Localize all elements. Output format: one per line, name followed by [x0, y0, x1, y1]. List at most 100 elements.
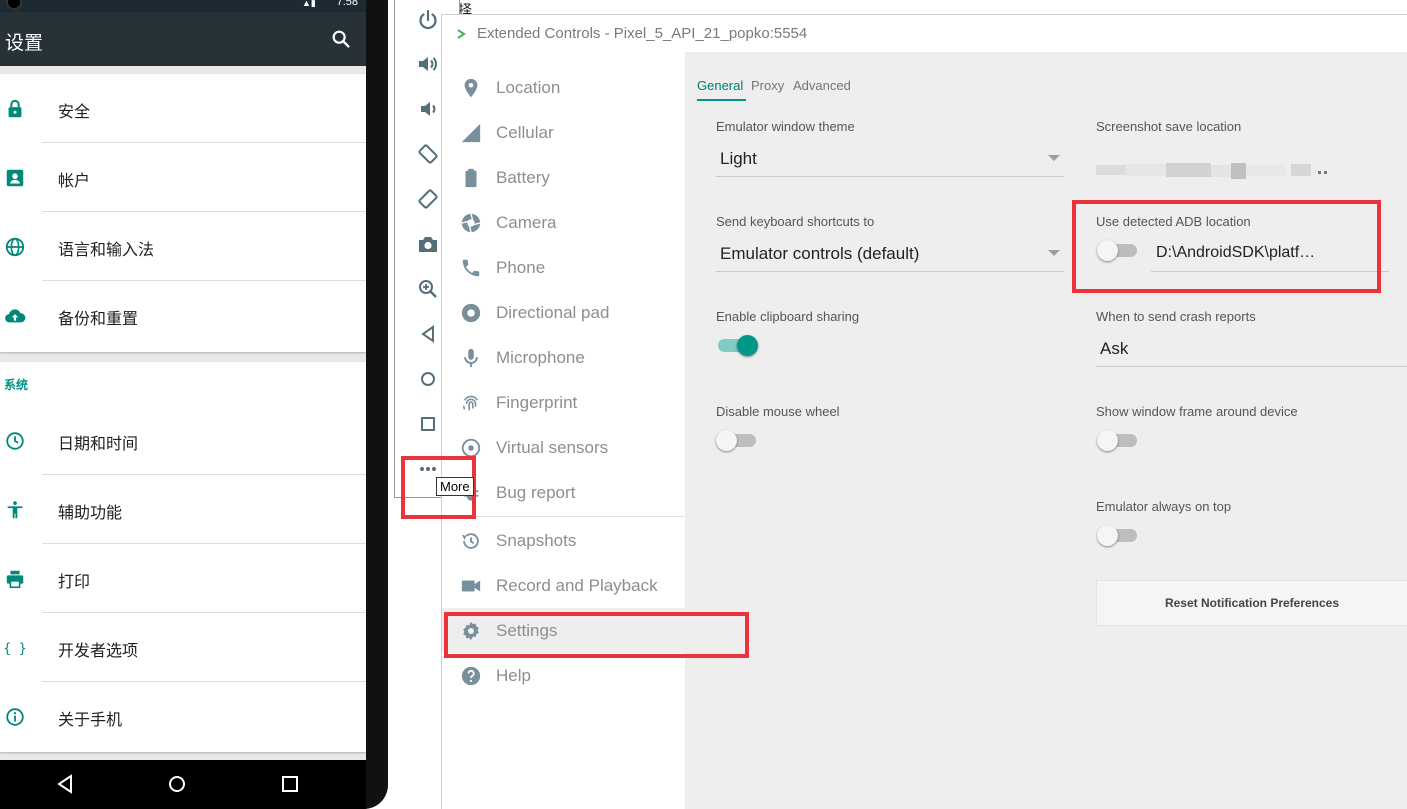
settings-item-about[interactable]: 关于手机	[0, 682, 366, 751]
nav-item-label: Camera	[496, 213, 557, 232]
settings-item-label: 开发者选项	[58, 643, 139, 660]
back-icon[interactable]	[416, 322, 440, 346]
highlight-box-adb	[1072, 200, 1381, 293]
settings-item-accessibility[interactable]: 辅助功能	[0, 475, 366, 544]
info-icon	[6, 708, 24, 726]
rotate-right-icon[interactable]	[416, 187, 440, 211]
toggle-thumb	[716, 430, 737, 451]
nav-item-fingerprint[interactable]: Fingerprint	[442, 380, 685, 425]
settings-item-label: 安全	[58, 104, 91, 121]
settings-item-language[interactable]: 语言和输入法	[0, 212, 366, 281]
settings-item-security[interactable]: 安全	[0, 74, 366, 143]
fingerprint-icon	[462, 395, 479, 411]
settings-item-backup[interactable]: 备份和重置	[0, 281, 366, 350]
always-on-top-label: Emulator always on top	[1096, 499, 1232, 514]
crash-reports-dropdown[interactable]: Ask	[1100, 339, 1128, 359]
settings-item-label: 日期和时间	[58, 436, 139, 453]
settings-item-label: 打印	[58, 574, 91, 591]
reset-notification-preferences-button[interactable]: Reset Notification Preferences	[1096, 580, 1407, 626]
search-icon[interactable]	[330, 28, 352, 50]
nav-item-label: Bug report	[496, 483, 576, 502]
window-frame-toggle[interactable]	[1097, 429, 1139, 451]
app-bar: 设置	[0, 12, 366, 66]
nav-item-bug-report[interactable]: Bug report	[442, 470, 685, 515]
page-title: 设置	[5, 33, 44, 54]
nav-item-microphone[interactable]: Microphone	[442, 335, 685, 380]
tab-advanced[interactable]: Advanced	[793, 78, 851, 93]
keyboard-shortcuts-label: Send keyboard shortcuts to	[716, 214, 875, 229]
settings-item-accounts[interactable]: 帐户	[0, 143, 366, 212]
front-camera-icon	[6, 0, 22, 10]
tab-proxy[interactable]: Proxy	[751, 78, 784, 93]
phone-screen: ▲▮ 7:58 设置 安全 帐户 语言和输入法 备份和重置 系统 日期和时间 辅…	[0, 0, 366, 809]
always-on-top-toggle[interactable]	[1097, 524, 1139, 546]
nav-item-battery[interactable]: Battery	[442, 155, 685, 200]
window-title: Extended Controls - Pixel_5_API_21_popko…	[477, 25, 808, 42]
settings-item-date-time[interactable]: 日期和时间	[0, 406, 366, 475]
nav-item-label: Record and Playback	[496, 576, 658, 595]
nav-item-label: Phone	[496, 258, 546, 277]
android-nav-bar	[0, 760, 366, 809]
theme-dropdown[interactable]: Light	[720, 149, 757, 169]
clipboard-sharing-label: Enable clipboard sharing	[716, 309, 860, 324]
nav-item-record-playback[interactable]: Record and Playback	[442, 563, 685, 608]
nav-item-label: Battery	[496, 168, 550, 187]
section-title-system: 系统	[4, 378, 29, 392]
battery-icon	[465, 168, 477, 188]
nav-item-label: Location	[496, 78, 561, 97]
dropdown-underline	[1096, 366, 1407, 367]
zoom-icon[interactable]	[416, 277, 440, 301]
window-frame-label: Show window frame around device	[1096, 404, 1298, 419]
settings-card-system: 系统 日期和时间 辅助功能 打印 { } 开发者选项 关于手机	[0, 362, 366, 752]
nav-item-help[interactable]: Help	[442, 653, 685, 698]
nav-item-label: Snapshots	[496, 531, 577, 550]
volume-up-icon[interactable]	[416, 52, 440, 76]
nav-back-icon[interactable]	[56, 774, 76, 794]
cellular-signal-icon	[461, 123, 481, 143]
microphone-icon	[464, 348, 478, 368]
chevron-down-icon[interactable]	[1048, 250, 1060, 256]
chevron-down-icon[interactable]	[1048, 155, 1060, 161]
nav-item-label: Help	[496, 666, 531, 685]
nav-item-phone[interactable]: Phone	[442, 245, 685, 290]
nav-overview-icon[interactable]	[280, 774, 300, 794]
more-tooltip: More	[436, 477, 474, 496]
braces-icon: { }	[4, 642, 26, 657]
rotate-left-icon[interactable]	[416, 142, 440, 166]
volume-down-icon[interactable]	[416, 97, 440, 121]
nav-item-camera[interactable]: Camera	[442, 200, 685, 245]
screenshot-location-label: Screenshot save location	[1096, 119, 1242, 134]
window-titlebar: Extended Controls - Pixel_5_API_21_popko…	[442, 15, 1407, 52]
nav-item-virtual-sensors[interactable]: Virtual sensors	[442, 425, 685, 470]
home-icon[interactable]	[416, 367, 440, 391]
settings-item-label: 辅助功能	[58, 505, 123, 522]
signal-icon: ▲▮	[302, 0, 316, 8]
svg-text:{ }: { }	[4, 642, 26, 657]
dropdown-underline	[716, 176, 1064, 177]
settings-panel: General Proxy Advanced Emulator window t…	[685, 52, 1407, 809]
screenshot-root: ▲▮ 7:58 设置 安全 帐户 语言和输入法 备份和重置 系统 日期和时间 辅…	[0, 0, 1407, 809]
nav-item-label: Directional pad	[496, 303, 610, 322]
mouse-wheel-toggle[interactable]	[716, 429, 758, 451]
tab-general[interactable]: General	[697, 78, 743, 93]
theme-label: Emulator window theme	[716, 119, 855, 134]
nav-item-snapshots[interactable]: Snapshots	[442, 518, 685, 563]
power-icon[interactable]	[416, 8, 440, 32]
nav-item-directional-pad[interactable]: Directional pad	[442, 290, 685, 335]
settings-item-developer[interactable]: { } 开发者选项	[0, 613, 366, 682]
settings-card-personal: 安全 帐户 语言和输入法 备份和重置	[0, 74, 366, 352]
videocam-icon	[461, 580, 481, 592]
keyboard-shortcuts-dropdown[interactable]: Emulator controls (default)	[720, 244, 919, 264]
nav-item-label: Fingerprint	[496, 393, 578, 412]
camera-icon[interactable]	[416, 232, 440, 256]
settings-item-printing[interactable]: 打印	[0, 544, 366, 613]
blurred-path-field[interactable]	[1096, 163, 1328, 179]
nav-item-location[interactable]: Location	[442, 65, 685, 110]
nav-item-label: Virtual sensors	[496, 438, 609, 457]
overview-icon[interactable]	[416, 412, 440, 436]
nav-item-cellular[interactable]: Cellular	[442, 110, 685, 155]
phone-icon	[462, 259, 480, 277]
nav-home-icon[interactable]	[167, 774, 187, 794]
nav-item-label: Cellular	[496, 123, 554, 142]
clipboard-sharing-toggle[interactable]	[716, 334, 758, 356]
